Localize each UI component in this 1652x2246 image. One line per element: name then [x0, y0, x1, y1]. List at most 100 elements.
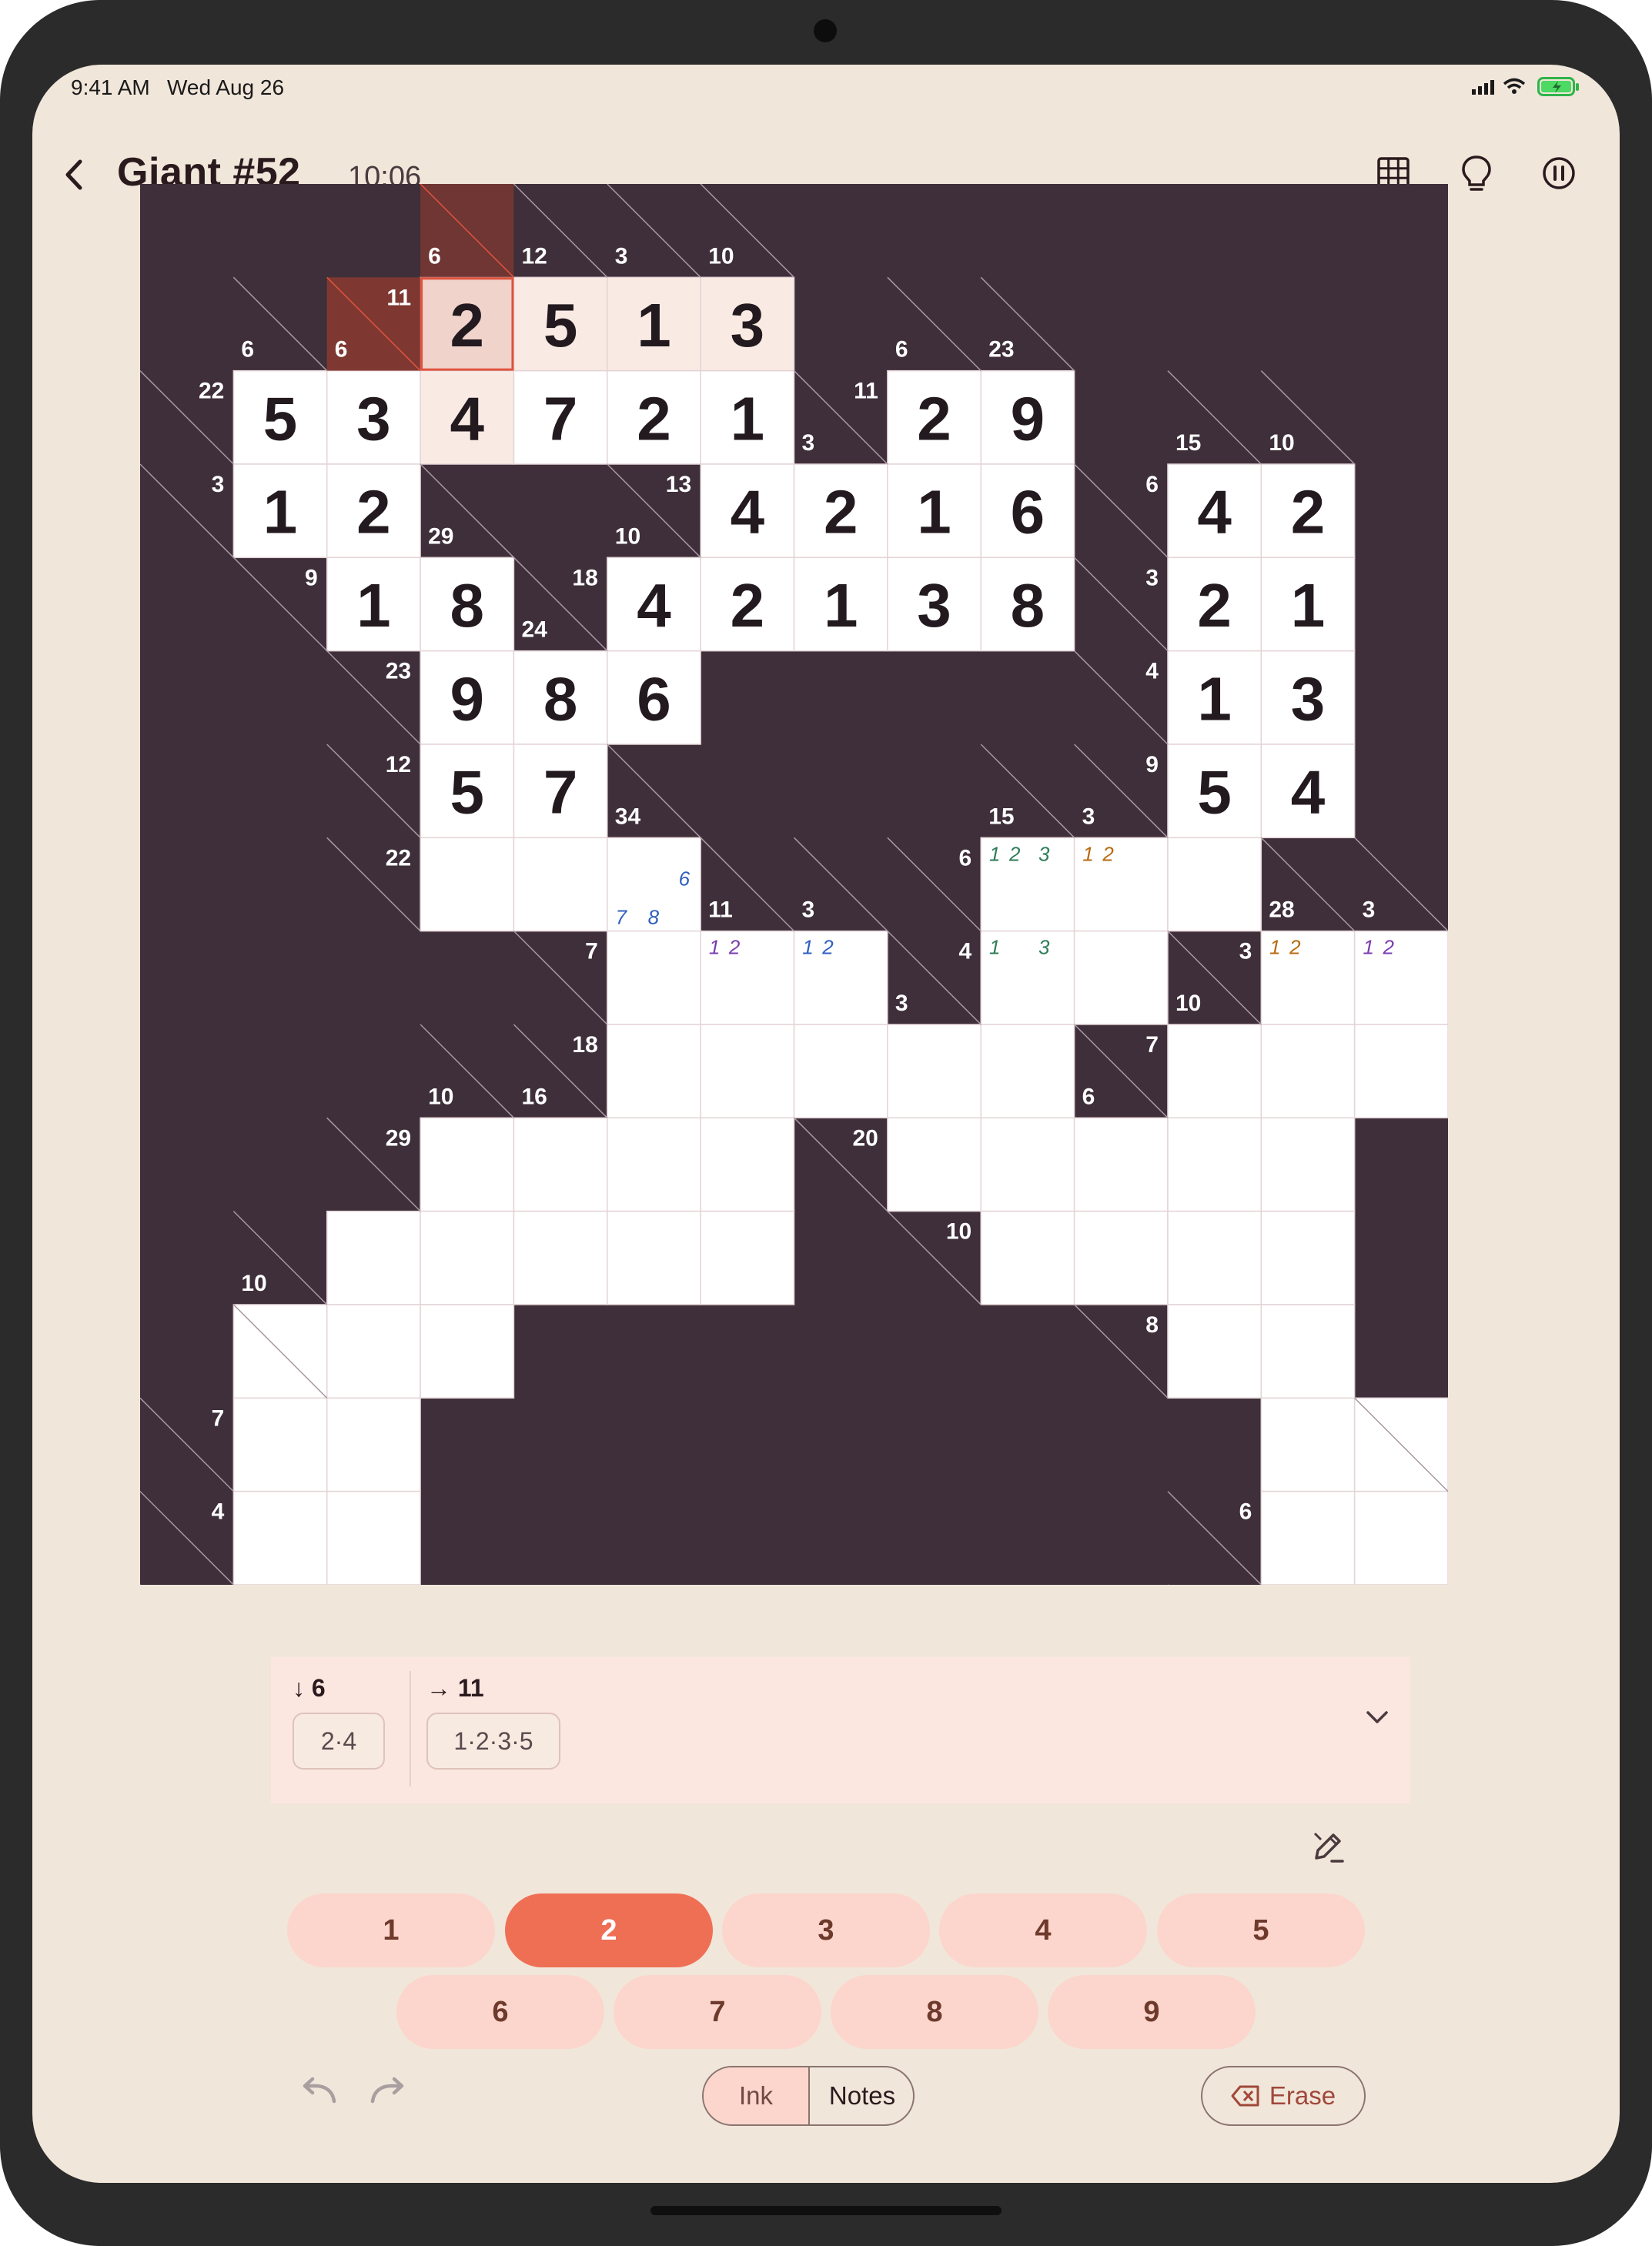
cell-empty[interactable] — [1260, 1024, 1356, 1119]
across-clue-number: 6 — [1239, 1499, 1252, 1525]
back-button[interactable] — [60, 157, 88, 196]
cell-empty[interactable] — [420, 1117, 515, 1212]
cell-digit: 2 — [356, 478, 391, 546]
down-combo-chip[interactable]: 2·4 — [293, 1713, 385, 1770]
cell-empty[interactable] — [326, 1397, 421, 1492]
number-key-5[interactable]: 5 — [1157, 1893, 1365, 1967]
number-key-9[interactable]: 9 — [1048, 1975, 1256, 2049]
cell-empty[interactable] — [1260, 1117, 1356, 1212]
cell-empty[interactable] — [1073, 930, 1169, 1025]
cell-empty[interactable] — [1167, 1304, 1262, 1399]
across-clue-number: 3 — [1145, 565, 1159, 590]
cell-digit: 2 — [917, 384, 951, 453]
notes-mode-button[interactable]: Notes — [810, 2067, 913, 2124]
across-combo-chip[interactable]: 1·2·3·5 — [426, 1713, 560, 1770]
cell-empty[interactable] — [980, 1117, 1075, 1212]
cell-digit: 4 — [450, 384, 485, 453]
cell-empty[interactable] — [700, 1117, 795, 1212]
cell-empty[interactable] — [1167, 1210, 1262, 1305]
undo-button[interactable] — [299, 2075, 340, 2110]
cell-empty[interactable] — [513, 1210, 608, 1305]
cell-empty[interactable] — [232, 1397, 328, 1492]
erase-button[interactable]: Erase — [1201, 2066, 1366, 2126]
down-clue-number: 34 — [615, 804, 641, 829]
cell-empty[interactable] — [1167, 1117, 1262, 1212]
number-key-3[interactable]: 3 — [722, 1893, 930, 1967]
cell-empty[interactable] — [1167, 1024, 1262, 1119]
across-clue-number: 4 — [959, 939, 972, 964]
chevron-down-icon — [1366, 1711, 1388, 1723]
down-clue-number: 4 — [1363, 1458, 1376, 1483]
cell-empty[interactable] — [980, 1210, 1075, 1305]
cell-empty[interactable] — [607, 1210, 701, 1305]
cell-empty[interactable] — [607, 1117, 701, 1212]
cell-empty[interactable] — [1073, 1210, 1169, 1305]
cell-empty[interactable] — [326, 1304, 421, 1399]
number-key-7[interactable]: 7 — [614, 1975, 821, 2049]
down-clue-number: 6 — [241, 337, 254, 363]
hint-button[interactable] — [1459, 154, 1494, 196]
cell-empty[interactable] — [326, 1210, 421, 1305]
cell-digit: 1 — [1197, 664, 1232, 733]
number-key-6[interactable]: 6 — [396, 1975, 604, 2049]
arrow-down-icon: ↓ — [293, 1674, 305, 1702]
cell-empty[interactable] — [700, 1210, 795, 1305]
cell-empty[interactable] — [700, 1024, 795, 1119]
down-clue-number: 12 — [521, 243, 547, 269]
cell-empty[interactable] — [1073, 1117, 1169, 1212]
number-key-1[interactable]: 1 — [287, 1893, 495, 1967]
cell-empty[interactable] — [420, 837, 515, 932]
pencil-note: 6 — [679, 867, 691, 890]
cell-empty[interactable] — [1260, 1397, 1356, 1492]
ink-mode-button[interactable]: Ink — [704, 2067, 808, 2124]
cell-empty[interactable] — [980, 1024, 1075, 1119]
pause-button[interactable] — [1541, 155, 1577, 195]
cell-digit: 2 — [637, 384, 671, 453]
signal-icon — [1472, 79, 1500, 99]
clue-divider — [410, 1671, 411, 1786]
cell-empty[interactable] — [513, 1117, 608, 1212]
cell-empty[interactable] — [1167, 837, 1262, 932]
cell-digit: 1 — [1291, 571, 1326, 640]
cell-digit: 1 — [824, 571, 858, 640]
cell-empty[interactable] — [420, 1210, 515, 1305]
pencil-note: 2 — [1008, 842, 1021, 865]
cell-empty[interactable] — [1260, 1210, 1356, 1305]
down-clue-number: 16 — [521, 1084, 547, 1109]
down-clue-number: 3 — [1082, 804, 1095, 829]
cell-empty[interactable] — [607, 1024, 701, 1119]
across-clue-number: 12 — [386, 752, 411, 777]
cell-digit: 4 — [1291, 758, 1326, 827]
pencil-note: 2 — [821, 936, 834, 959]
cell-empty[interactable] — [1353, 1024, 1448, 1119]
down-clue-number: 10 — [708, 243, 734, 269]
down-clue-number: 10 — [1175, 991, 1201, 1016]
pencil-note: 2 — [1289, 936, 1301, 959]
cell-empty[interactable] — [1353, 1490, 1448, 1585]
number-key-2[interactable]: 2 — [505, 1893, 713, 1967]
across-clue-number: 9 — [305, 565, 318, 590]
cell-empty[interactable] — [793, 1024, 888, 1119]
cell-empty[interactable] — [420, 1304, 515, 1399]
cell-empty[interactable] — [1260, 1490, 1356, 1585]
cell-empty[interactable] — [887, 1117, 982, 1212]
pencil-button[interactable] — [1309, 1827, 1347, 1870]
down-clue-number: 24 — [521, 617, 547, 643]
down-clue-number: 10 — [1269, 430, 1294, 456]
number-key-4[interactable]: 4 — [939, 1893, 1147, 1967]
cell-digit: 3 — [731, 291, 765, 359]
across-clue-number: 13 — [666, 472, 691, 497]
cell-empty[interactable] — [887, 1024, 982, 1119]
across-clue-number: 9 — [1145, 752, 1159, 777]
cell-empty[interactable] — [232, 1490, 328, 1585]
expand-panel-button[interactable] — [1364, 1708, 1390, 1730]
cell-empty[interactable] — [513, 837, 608, 932]
number-key-8[interactable]: 8 — [831, 1975, 1038, 2049]
cell-empty[interactable] — [1260, 1304, 1356, 1399]
redo-button[interactable] — [366, 2075, 408, 2110]
pencil-note: 1 — [989, 936, 1000, 959]
cell-empty[interactable] — [326, 1490, 421, 1585]
cell-empty[interactable] — [607, 930, 701, 1025]
down-clue-number: 6 — [241, 1364, 254, 1389]
pencil-note: 1 — [802, 936, 813, 959]
